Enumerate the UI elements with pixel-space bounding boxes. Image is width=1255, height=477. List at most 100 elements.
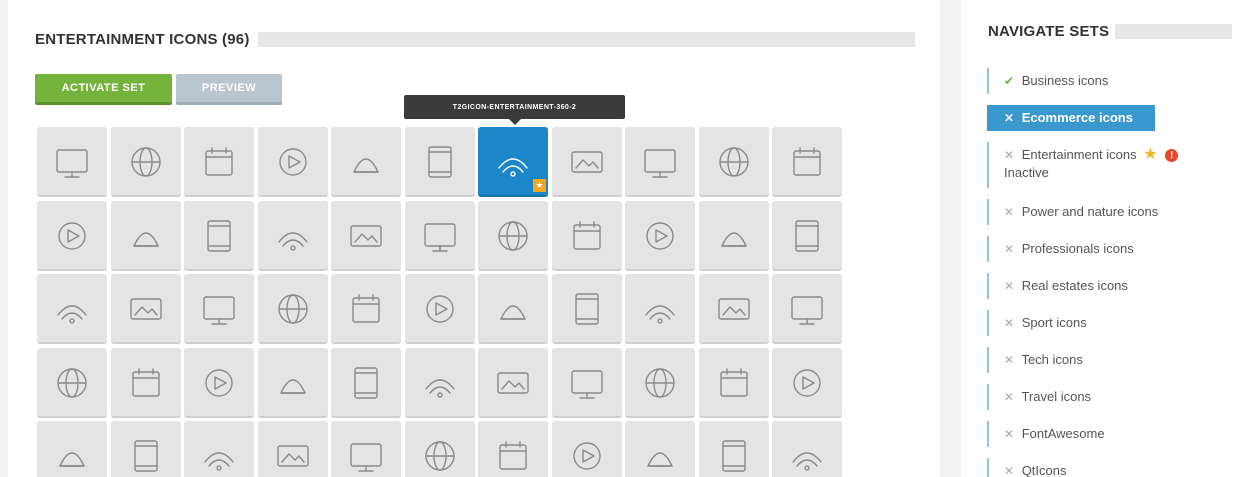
preview-button[interactable]: PREVIEW — [176, 74, 282, 105]
icon-tile[interactable]: ★ — [478, 127, 548, 197]
nav-item-label: Power and nature icons — [1021, 204, 1159, 219]
nav-item-entertainment[interactable]: ✕ Entertainment icons ★ ! Inactive — [987, 142, 1237, 188]
icon-tile[interactable] — [331, 200, 401, 271]
icon-tile[interactable] — [110, 127, 181, 197]
icon-tile[interactable] — [551, 347, 622, 418]
icon-tile[interactable] — [625, 200, 695, 271]
nav-item-tech[interactable]: ✕ Tech icons — [987, 347, 1237, 373]
monitor-icon — [719, 367, 748, 397]
icon-tile[interactable] — [184, 127, 254, 197]
icon-tile[interactable] — [257, 421, 328, 477]
nav-item-professionals[interactable]: ✕ Professionals icons — [987, 236, 1237, 262]
nav-item-sport[interactable]: ✕ Sport icons — [987, 310, 1237, 336]
icon-tile[interactable] — [404, 200, 475, 271]
icon-tile[interactable] — [551, 127, 622, 197]
nav-item-power-nature[interactable]: ✕ Power and nature icons — [987, 199, 1237, 225]
icon-tile[interactable] — [551, 274, 622, 344]
icon-tile[interactable] — [698, 200, 769, 271]
nav-item-label: QtIcons — [1021, 463, 1067, 477]
calendar-check-icon — [207, 219, 231, 252]
icon-tile[interactable] — [478, 274, 548, 344]
nav-item-fontawesome[interactable]: ✕ FontAwesome — [987, 421, 1237, 447]
icon-tile[interactable] — [184, 200, 254, 271]
icon-tile[interactable] — [478, 421, 548, 477]
icon-tile[interactable] — [37, 274, 107, 344]
close-icon: ✕ — [1004, 316, 1015, 330]
icon-tile[interactable] — [772, 127, 842, 197]
icon-tile[interactable] — [110, 421, 181, 477]
video-player-icon — [717, 298, 750, 320]
globe-360-icon — [353, 158, 379, 173]
icon-tile[interactable] — [37, 421, 107, 477]
close-icon: ✕ — [1004, 111, 1015, 125]
presentation-icon — [572, 442, 601, 470]
nav-item-real-estates[interactable]: ✕ Real estates icons — [987, 273, 1237, 299]
icon-tile[interactable] — [257, 347, 328, 418]
icon-tile[interactable] — [698, 274, 769, 344]
icon-tile[interactable] — [772, 347, 842, 418]
touch-screen-icon — [59, 452, 85, 467]
icon-tile[interactable] — [772, 274, 842, 344]
360-vr-icon — [498, 158, 528, 177]
nav-item-label: Business icons — [1021, 73, 1109, 88]
close-icon: ✕ — [1004, 390, 1015, 404]
icon-tile[interactable] — [331, 274, 401, 344]
icon-tile[interactable] — [331, 421, 401, 477]
icon-tile[interactable] — [37, 347, 107, 418]
icon-tile[interactable] — [698, 347, 769, 418]
icon-tile[interactable] — [551, 421, 622, 477]
campfire-icon — [791, 296, 823, 325]
icon-tile[interactable] — [184, 347, 254, 418]
icon-tile[interactable] — [110, 274, 181, 344]
icon-tile[interactable] — [257, 200, 328, 271]
icon-tile[interactable] — [478, 347, 548, 418]
icon-tile[interactable] — [110, 200, 181, 271]
theater-masks-icon — [497, 371, 529, 394]
playing-cards-icon — [646, 221, 674, 250]
icon-tile[interactable] — [551, 200, 622, 271]
tooltip-arrow — [508, 118, 522, 125]
icon-tile[interactable] — [698, 127, 769, 197]
icon-tile[interactable] — [404, 421, 475, 477]
icon-tile[interactable] — [772, 421, 842, 477]
nav-item-business[interactable]: ✔ Business icons — [987, 68, 1237, 94]
cinema-screen-icon — [129, 298, 162, 320]
nav-item-label: Sport icons — [1021, 315, 1087, 330]
nav-item-ecommerce[interactable]: ✕ Ecommerce icons — [987, 105, 1155, 131]
icon-tile[interactable] — [110, 347, 181, 418]
icon-tile[interactable] — [184, 274, 254, 344]
title-divider — [257, 31, 915, 47]
icon-tile[interactable] — [772, 200, 842, 271]
4k-tv-icon — [278, 148, 307, 176]
nav-set-list: ✔ Business icons ✕ Ecommerce icons ✕ Ent… — [987, 68, 1237, 477]
desktop-monitor-icon — [425, 295, 454, 323]
icon-tile[interactable] — [625, 274, 695, 344]
4k-monitor-icon — [205, 147, 233, 176]
nav-title-row: NAVIGATE SETS — [988, 23, 1232, 40]
icon-tile[interactable] — [184, 421, 254, 477]
icon-tile[interactable] — [625, 421, 695, 477]
icon-tile[interactable] — [331, 347, 401, 418]
panorama-icon — [498, 220, 528, 251]
icon-tile[interactable] — [37, 200, 107, 271]
icon-tile[interactable] — [698, 421, 769, 477]
icon-tile[interactable] — [37, 127, 107, 197]
nav-item-qticons[interactable]: ✕ QtIcons — [987, 458, 1237, 477]
set-title-row: ENTERTAINMENT ICONS (96) — [35, 30, 915, 48]
close-icon: ✕ — [1004, 427, 1015, 441]
icon-tile[interactable] — [625, 347, 695, 418]
icon-tile[interactable] — [478, 200, 548, 271]
icon-tile[interactable] — [331, 127, 401, 197]
icon-tile[interactable] — [257, 127, 328, 197]
icon-tile[interactable] — [404, 127, 475, 197]
warning-icon: ! — [1165, 149, 1179, 162]
icon-tile[interactable] — [625, 127, 695, 197]
activate-set-button[interactable]: ACTIVATE SET — [35, 74, 172, 105]
picture-frame-icon — [350, 443, 382, 472]
icon-tile[interactable] — [257, 274, 328, 344]
play-circle-icon — [647, 452, 673, 467]
nav-item-travel[interactable]: ✕ Travel icons — [987, 384, 1237, 410]
close-icon: ✕ — [1004, 353, 1015, 367]
icon-tile[interactable] — [404, 347, 475, 418]
icon-tile[interactable] — [404, 274, 475, 344]
